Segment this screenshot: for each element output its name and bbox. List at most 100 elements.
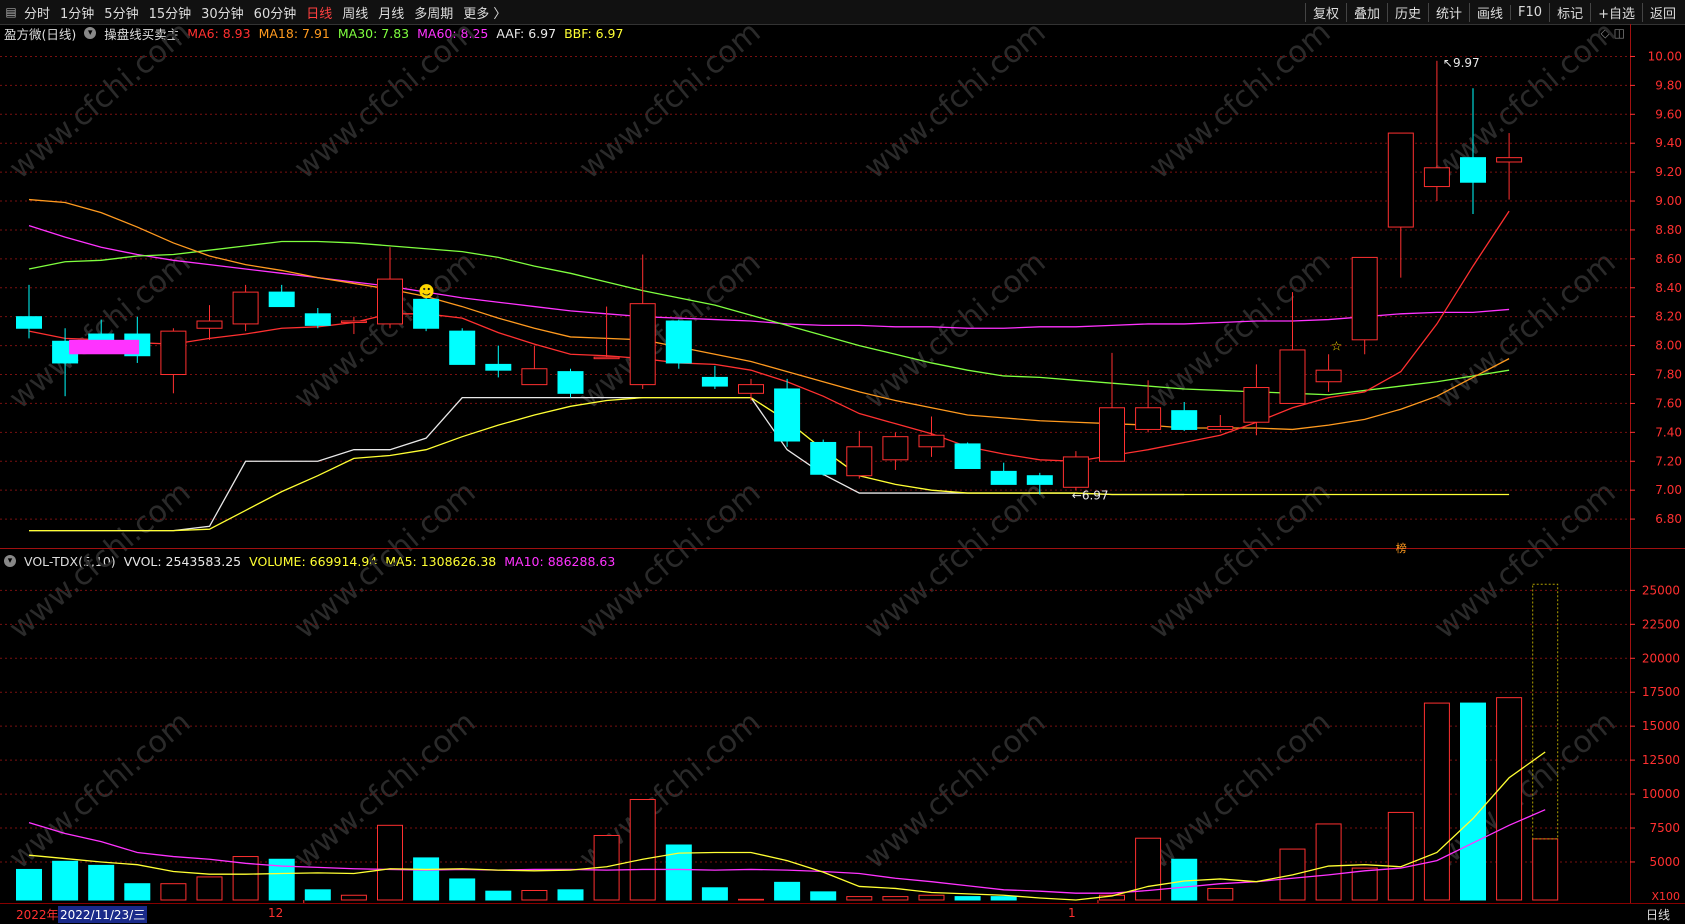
date-cursor-label: 2022/11/23/三 bbox=[58, 906, 148, 923]
y-tick-label: 8.40 bbox=[1655, 281, 1682, 295]
y-tick-label: 10.00 bbox=[1648, 49, 1682, 63]
volume-bar bbox=[557, 889, 584, 901]
candle-body bbox=[1423, 167, 1450, 188]
candle-body bbox=[1279, 349, 1306, 404]
y-tick-label: 22500 bbox=[1642, 617, 1680, 631]
candle-body bbox=[413, 298, 440, 329]
volume-bar bbox=[304, 889, 331, 901]
y-tick-label: 7.40 bbox=[1655, 425, 1682, 439]
candle-body bbox=[232, 291, 259, 325]
candle-body bbox=[593, 356, 620, 360]
candle-body bbox=[774, 388, 801, 442]
y-tick-label: 15000 bbox=[1642, 719, 1680, 733]
candle-body bbox=[810, 441, 837, 475]
candle-body bbox=[1496, 157, 1523, 163]
watermark-text: www.cfchi.com bbox=[573, 475, 768, 646]
y-tick-label: 8.60 bbox=[1655, 252, 1682, 266]
watermark-text: www.cfchi.com bbox=[1428, 15, 1623, 186]
candle-body bbox=[1460, 157, 1486, 183]
volume-bar bbox=[160, 883, 187, 901]
y-tick-label: 20000 bbox=[1642, 651, 1680, 665]
watermark-text: www.cfchi.com bbox=[1428, 475, 1623, 646]
highlight-marker bbox=[69, 339, 140, 355]
y-tick-label: 9.40 bbox=[1655, 136, 1682, 150]
watermark-text: www.cfchi.com bbox=[288, 475, 483, 646]
watermark-text: www.cfchi.com bbox=[858, 245, 1053, 416]
candle-body bbox=[846, 446, 873, 477]
year-label: 2022年 bbox=[16, 908, 59, 922]
y-tick-label: 7.80 bbox=[1655, 368, 1682, 382]
volume-bar bbox=[521, 889, 548, 901]
candle-body bbox=[990, 470, 1017, 485]
volume-bar bbox=[377, 824, 403, 901]
y-tick-label: 8.80 bbox=[1655, 223, 1682, 237]
watermark-text: www.cfchi.com bbox=[288, 15, 483, 186]
candle-body bbox=[160, 330, 187, 376]
volume-bar bbox=[52, 860, 79, 901]
month-label: 1 bbox=[1068, 906, 1076, 920]
candle-body bbox=[1171, 410, 1198, 430]
volume-bar bbox=[16, 868, 42, 901]
watermark-text: www.cfchi.com bbox=[1143, 475, 1338, 646]
watermark-text: www.cfchi.com bbox=[1143, 705, 1338, 876]
volume-bar bbox=[1207, 887, 1234, 901]
y-tick-label: 8.00 bbox=[1655, 339, 1682, 353]
volume-bar bbox=[196, 876, 223, 901]
volume-bar bbox=[954, 896, 981, 901]
y-tick-label: 8.20 bbox=[1655, 310, 1682, 324]
y-tick-label: 7.60 bbox=[1655, 396, 1682, 410]
watermark-text: www.cfchi.com bbox=[858, 475, 1053, 646]
y-tick-label: 7.20 bbox=[1655, 454, 1682, 468]
candle-body bbox=[268, 291, 295, 308]
volume-bar bbox=[882, 896, 909, 901]
candle-body bbox=[882, 436, 909, 461]
candle-body bbox=[1026, 475, 1053, 485]
y-tick-label: 7500 bbox=[1649, 821, 1680, 835]
star-icon: ☆ bbox=[1331, 340, 1343, 355]
watermark-text: www.cfchi.com bbox=[573, 15, 768, 186]
candle-body bbox=[196, 320, 223, 329]
y-tick-label: 9.20 bbox=[1655, 165, 1682, 179]
y-tick-label: 6.80 bbox=[1655, 512, 1682, 526]
candle-body bbox=[449, 330, 476, 365]
volume-bar bbox=[340, 894, 367, 901]
y-tick-label: 9.00 bbox=[1655, 194, 1682, 208]
y-tick-label: 9.80 bbox=[1655, 78, 1682, 92]
y-tick-label: 9.60 bbox=[1655, 107, 1682, 121]
watermark-text: www.cfchi.com bbox=[3, 475, 198, 646]
candle-body bbox=[701, 376, 728, 387]
period-label[interactable]: 日线 bbox=[1646, 906, 1670, 923]
candle-body bbox=[377, 278, 403, 325]
date-axis: 2022年 2022/11/23/三 12 1 日线 bbox=[0, 903, 1685, 924]
volume-bar bbox=[124, 883, 151, 901]
volume-bar bbox=[629, 799, 656, 901]
volume-bar bbox=[1460, 702, 1486, 901]
candle-body bbox=[665, 320, 692, 364]
y-tick-label: 17500 bbox=[1642, 685, 1680, 699]
low-price-label: ←6.97 bbox=[1072, 489, 1109, 503]
candle-body bbox=[557, 371, 584, 394]
volume-bar bbox=[485, 890, 512, 901]
month-label: 12 bbox=[268, 906, 284, 920]
watermark-text: www.cfchi.com bbox=[3, 245, 198, 416]
volume-bar bbox=[88, 864, 115, 901]
volume-bar bbox=[846, 896, 873, 901]
watermark-text: www.cfchi.com bbox=[1428, 245, 1623, 416]
kline-chart[interactable]: www.cfchi.com www.cfchi.com www.cfchi.com w… bbox=[0, 0, 1685, 903]
candle-body bbox=[954, 443, 981, 469]
smile-icon: ☻ bbox=[418, 282, 435, 301]
candle-body bbox=[485, 363, 512, 371]
candle-body bbox=[1135, 407, 1162, 430]
candle-body bbox=[340, 320, 367, 324]
volume-bar bbox=[810, 891, 837, 901]
volume-bar bbox=[1532, 838, 1559, 901]
y-tick-label: 7.00 bbox=[1655, 483, 1682, 497]
watermark-text: www.cfchi.com bbox=[1143, 245, 1338, 416]
candle-body bbox=[1207, 426, 1234, 430]
y-tick-label: 25000 bbox=[1642, 583, 1680, 597]
rank-marker: 榜 bbox=[1396, 541, 1407, 555]
volume-bar bbox=[990, 896, 1017, 901]
watermark-text: www.cfchi.com bbox=[3, 15, 198, 186]
candle-body bbox=[1387, 132, 1414, 228]
candle-body bbox=[918, 434, 945, 448]
